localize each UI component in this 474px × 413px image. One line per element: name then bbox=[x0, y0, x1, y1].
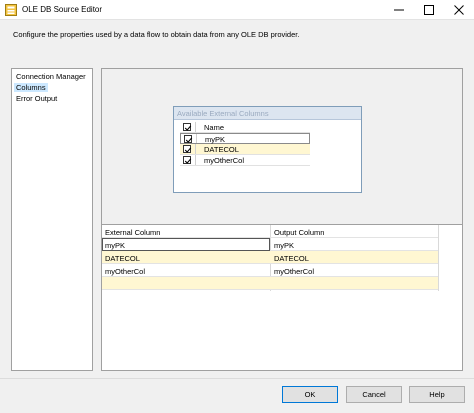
cancel-button[interactable]: Cancel bbox=[346, 386, 402, 403]
checkbox-datecol[interactable] bbox=[183, 145, 192, 153]
column-divider bbox=[195, 144, 196, 154]
column-name: myPK bbox=[205, 135, 226, 144]
column-divider bbox=[438, 225, 439, 291]
column-divider bbox=[196, 134, 197, 143]
nav-item-columns[interactable]: Columns bbox=[14, 83, 48, 92]
maximize-button[interactable] bbox=[414, 0, 444, 20]
header-external-column: External Column bbox=[105, 228, 161, 237]
editor-description: Configure the properties used by a data … bbox=[13, 30, 300, 39]
table-row[interactable]: myOtherCol myOtherCol bbox=[102, 264, 438, 277]
checkbox-myothercol[interactable] bbox=[183, 156, 192, 164]
available-columns-header: Available External Columns bbox=[174, 107, 361, 120]
nav-item-connection-manager[interactable]: Connection Manager bbox=[16, 72, 86, 81]
available-external-columns: Available External Columns Name myPK DAT… bbox=[173, 106, 362, 193]
table-row[interactable]: myPK myPK bbox=[102, 238, 438, 251]
external-column-cell-editor[interactable] bbox=[102, 238, 270, 251]
column-mapping-grid: External Column Output Column myPK myPK … bbox=[102, 224, 462, 370]
external-column-value[interactable]: DATECOL bbox=[105, 254, 140, 263]
list-item[interactable]: DATECOL bbox=[180, 144, 310, 155]
maximize-icon bbox=[424, 5, 434, 15]
title-bar[interactable]: OLE DB Source Editor bbox=[0, 0, 474, 20]
columns-page: Available External Columns Name myPK DAT… bbox=[101, 68, 463, 371]
list-item[interactable]: Name bbox=[180, 122, 310, 133]
window-title: OLE DB Source Editor bbox=[22, 5, 103, 14]
output-column-value[interactable]: myPK bbox=[274, 241, 294, 250]
checkbox-select-all[interactable] bbox=[183, 123, 192, 131]
external-column-value[interactable]: myPK bbox=[105, 241, 125, 250]
external-column-value[interactable]: myOtherCol bbox=[105, 267, 145, 276]
minimize-button[interactable] bbox=[384, 0, 414, 20]
available-columns-title: Available External Columns bbox=[177, 109, 269, 118]
help-button[interactable]: Help bbox=[409, 386, 465, 403]
close-button[interactable] bbox=[444, 0, 474, 20]
table-row-empty[interactable] bbox=[102, 277, 438, 290]
ssis-component-icon bbox=[5, 4, 17, 16]
table-row[interactable]: DATECOL DATECOL bbox=[102, 251, 438, 264]
list-item[interactable]: myPK bbox=[180, 133, 310, 144]
nav-item-error-output[interactable]: Error Output bbox=[16, 94, 57, 103]
column-name: myOtherCol bbox=[204, 156, 245, 165]
column-name: DATECOL bbox=[204, 145, 239, 154]
checkmark-icon bbox=[184, 125, 192, 131]
ok-button[interactable]: OK bbox=[282, 386, 338, 403]
checkmark-icon bbox=[184, 147, 192, 153]
checkmark-icon bbox=[185, 137, 193, 143]
column-name: Name bbox=[204, 123, 225, 132]
minimize-icon bbox=[394, 9, 404, 11]
checkmark-icon bbox=[184, 158, 192, 164]
table-header-row: External Column Output Column bbox=[102, 225, 438, 238]
column-divider bbox=[195, 122, 196, 132]
list-item[interactable]: myOtherCol bbox=[180, 155, 310, 166]
header-output-column: Output Column bbox=[274, 228, 325, 237]
checkbox-mypk[interactable] bbox=[184, 135, 193, 143]
column-divider bbox=[195, 155, 196, 165]
dialog-button-bar: OK Cancel Help bbox=[0, 378, 474, 413]
page-navigation: Connection Manager Columns Error Output bbox=[11, 68, 93, 371]
available-columns-list: Name myPK DATECOL myOtherCol bbox=[180, 122, 310, 166]
output-column-value[interactable]: myOtherCol bbox=[274, 267, 314, 276]
close-icon bbox=[454, 5, 464, 15]
output-column-value[interactable]: DATECOL bbox=[274, 254, 309, 263]
